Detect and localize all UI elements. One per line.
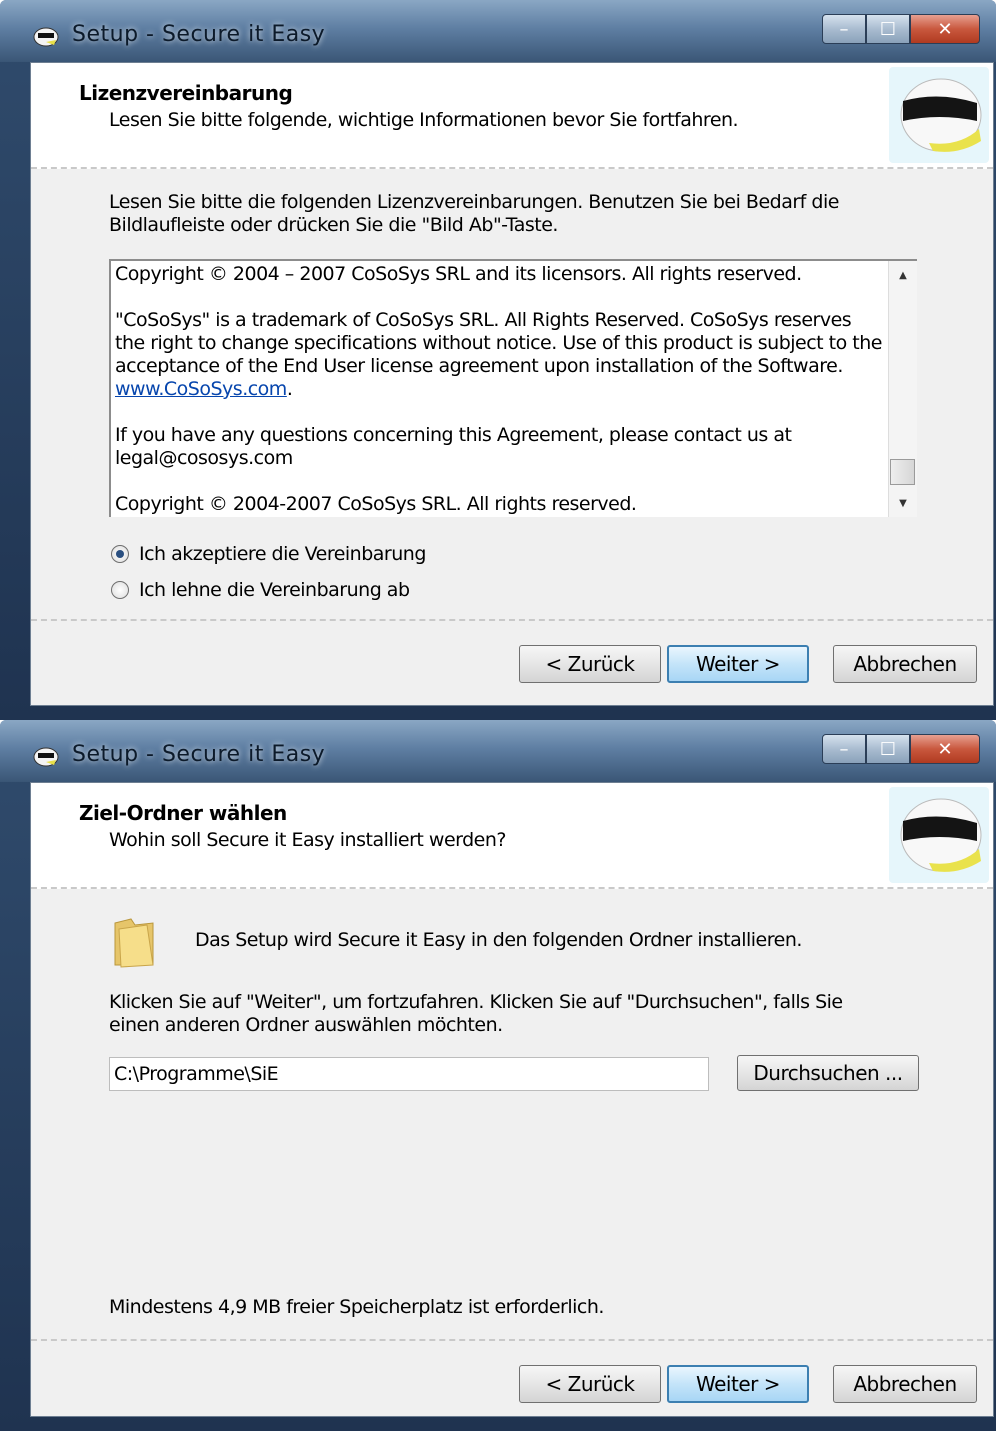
page-title: Lizenzvereinbarung — [79, 81, 293, 105]
license-scrollbar[interactable]: ▲ ▼ — [888, 261, 917, 517]
page-title: Ziel-Ordner wählen — [79, 801, 287, 825]
page-subtitle: Wohin soll Secure it Easy installiert we… — [109, 829, 507, 851]
install-path-input[interactable]: C:\Programme\SiE — [109, 1057, 709, 1091]
dialog-client: Ziel-Ordner wählen Wohin soll Secure it … — [30, 782, 994, 1417]
radio-decline-button[interactable] — [111, 581, 129, 599]
license-para-3: If you have any questions concerning thi… — [115, 424, 792, 469]
app-icon — [33, 27, 59, 47]
next-button[interactable]: Weiter > — [667, 1365, 809, 1403]
window-title: Setup - Secure it Easy — [72, 22, 326, 47]
intro-text-line2: Bildlaufleiste oder drücken Sie die "Bil… — [109, 214, 558, 236]
scroll-up-icon[interactable]: ▲ — [889, 263, 917, 287]
folder-description: Das Setup wird Secure it Easy in den fol… — [195, 929, 802, 951]
radio-decline-label: Ich lehne die Vereinbarung ab — [139, 579, 410, 601]
title-bar[interactable]: Setup - Secure it Easy – ☐ ✕ — [0, 0, 996, 62]
back-button[interactable]: < Zurück — [519, 645, 661, 683]
maximize-icon[interactable]: ☐ — [866, 14, 910, 44]
setup-window-folder: Setup - Secure it Easy – ☐ ✕ Ziel-Ordner… — [0, 720, 996, 1431]
scroll-thumb[interactable] — [890, 459, 915, 485]
space-requirement: Mindestens 4,9 MB freier Speicherplatz i… — [109, 1296, 604, 1318]
browse-button[interactable]: Durchsuchen ... — [737, 1055, 919, 1091]
intro-text-line1: Lesen Sie bitte die folgenden Lizenzvere… — [109, 191, 839, 213]
back-button[interactable]: < Zurück — [519, 1365, 661, 1403]
license-link[interactable]: www.CoSoSys.com — [115, 378, 287, 400]
license-para-1: Copyright © 2004 – 2007 CoSoSys SRL and … — [115, 263, 802, 285]
close-icon[interactable]: ✕ — [910, 14, 980, 44]
helmet-icon — [889, 787, 989, 883]
radio-accept-label: Ich akzeptiere die Vereinbarung — [139, 543, 426, 565]
divider — [31, 1339, 993, 1341]
app-icon — [33, 747, 59, 767]
wizard-header: Lizenzvereinbarung Lesen Sie bitte folge… — [31, 63, 993, 169]
license-content: Copyright © 2004 – 2007 CoSoSys SRL and … — [115, 263, 885, 539]
helmet-icon — [889, 67, 989, 163]
instruction-line2: einen anderen Ordner auswählen möchten. — [109, 1014, 503, 1036]
page-subtitle: Lesen Sie bitte folgende, wichtige Infor… — [109, 109, 739, 131]
radio-accept[interactable]: Ich akzeptiere die Vereinbarung — [111, 543, 426, 565]
wizard-header: Ziel-Ordner wählen Wohin soll Secure it … — [31, 783, 993, 889]
minimize-icon[interactable]: – — [822, 14, 866, 44]
license-textbox[interactable]: Copyright © 2004 – 2007 CoSoSys SRL and … — [109, 259, 917, 517]
minimize-icon[interactable]: – — [822, 734, 866, 764]
divider — [31, 619, 993, 621]
radio-accept-button[interactable] — [111, 545, 129, 563]
dialog-client: Lizenzvereinbarung Lesen Sie bitte folge… — [30, 62, 994, 706]
radio-decline[interactable]: Ich lehne die Vereinbarung ab — [111, 579, 410, 601]
window-title: Setup - Secure it Easy — [72, 742, 326, 767]
close-icon[interactable]: ✕ — [910, 734, 980, 764]
cancel-button[interactable]: Abbrechen — [833, 645, 977, 683]
maximize-icon[interactable]: ☐ — [866, 734, 910, 764]
title-bar[interactable]: Setup - Secure it Easy – ☐ ✕ — [0, 720, 996, 782]
next-button[interactable]: Weiter > — [667, 645, 809, 683]
folder-icon — [114, 918, 154, 968]
scroll-down-icon[interactable]: ▼ — [889, 491, 917, 515]
setup-window-license: Setup - Secure it Easy – ☐ ✕ Lizenzverei… — [0, 0, 996, 720]
cancel-button[interactable]: Abbrechen — [833, 1365, 977, 1403]
license-para-4: Copyright © 2004-2007 CoSoSys SRL. All r… — [115, 493, 637, 515]
instruction-line1: Klicken Sie auf "Weiter", um fortzufahre… — [109, 991, 843, 1013]
license-para-2: "CoSoSys" is a trademark of CoSoSys SRL.… — [115, 309, 882, 377]
